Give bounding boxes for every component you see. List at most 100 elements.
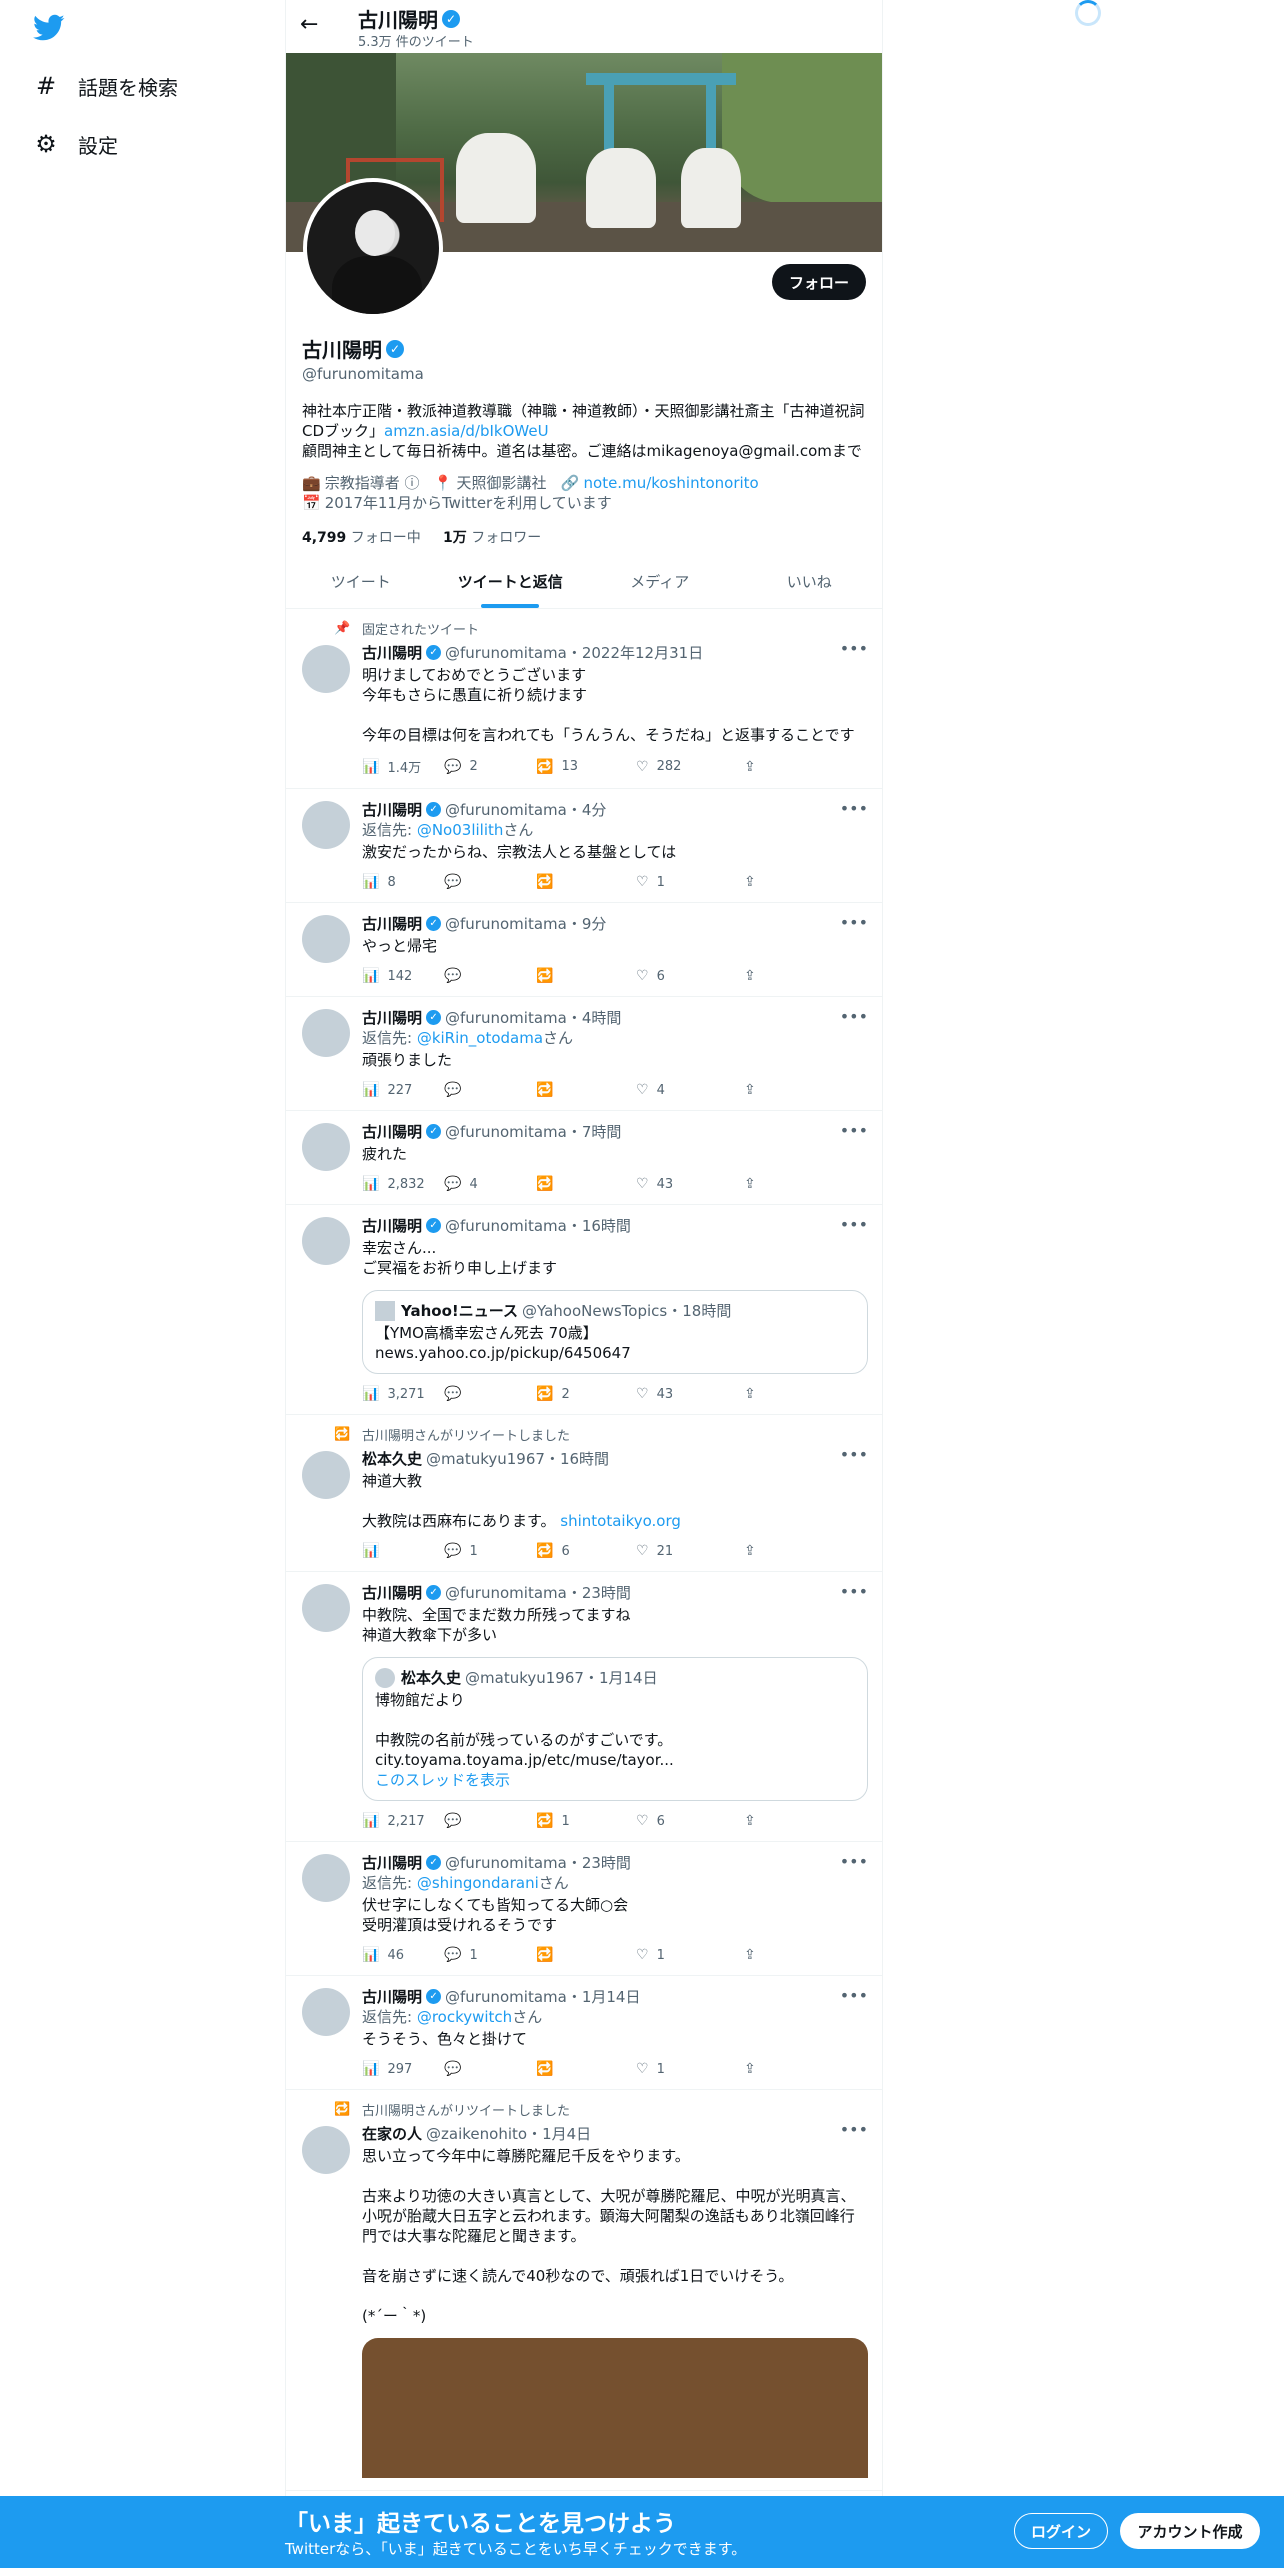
reply-to-link[interactable]: @shingondarani [417,1874,539,1892]
like-action[interactable]: ♡ 1 [636,874,744,890]
avatar[interactable] [302,2126,350,2174]
signup-button[interactable]: アカウント作成 [1120,2513,1260,2549]
reply-action[interactable]: 💬 [444,1813,536,1829]
tweet-time[interactable]: 1月4日 [542,2125,591,2143]
tweet-author-handle[interactable]: @zaikenohito [426,2125,527,2143]
tweet-author-handle[interactable]: @furunomitama [445,644,567,662]
tweet-link[interactable]: shintotaikyo.org [560,1512,681,1530]
tweet-time[interactable]: 4分 [582,801,607,819]
tweet-author-name[interactable]: 古川陽明 [362,1852,422,1873]
reply-to-link[interactable]: @kiRin_otodama [417,1029,543,1047]
tweet-time[interactable]: 16時間 [560,1450,609,1468]
login-button[interactable]: ログイン [1014,2513,1108,2549]
tweet-time[interactable]: 4時間 [582,1009,622,1027]
tweet-author-handle[interactable]: @furunomitama [445,1584,567,1602]
retweet-action[interactable]: 🔁 2 [536,1386,636,1402]
tweet[interactable]: ••• 古川陽明 ✓ @furunomitama・7時間 疲れた 📊 2,832 💬 4 🔁 ♡ 43… [286,1111,882,1205]
retweet-action[interactable]: 🔁 [536,1947,636,1963]
retweet-action[interactable]: 🔁 [536,1082,636,1098]
quoted-tweet[interactable]: 松本久史 @matukyu1967・1月14日 博物館だより 中教院の名前が残ってい… [362,1657,868,1801]
tweet-author-name[interactable]: 古川陽明 [362,1986,422,2007]
tweet-author-name[interactable]: 古川陽明 [362,799,422,820]
info-icon[interactable]: ⓘ [404,474,419,492]
more-options-icon[interactable]: ••• [840,1121,868,1140]
more-options-icon[interactable]: ••• [840,1007,868,1026]
avatar[interactable] [302,1854,350,1902]
tweet-author-name[interactable]: 在家の人 [362,2123,422,2144]
tab-likes[interactable]: いいね [735,555,883,608]
tab-media[interactable]: メディア [585,555,735,608]
like-action[interactable]: ♡ 43 [636,1176,744,1192]
tweet-author-handle[interactable]: @furunomitama [445,801,567,819]
views-action[interactable]: 📊 8 [362,874,444,890]
retweet-action[interactable]: 🔁 1 [536,1813,636,1829]
tweet-time[interactable]: 23時間 [582,1584,631,1602]
reply-action[interactable]: 💬 [444,874,536,890]
tweet[interactable]: ••• 古川陽明 ✓ @furunomitama・4時間 返信先: @kiRin_oto… [286,997,882,1111]
tweet-author-handle[interactable]: @furunomitama [445,1217,567,1235]
share-action[interactable]: ⇪ [744,2061,764,2077]
like-action[interactable]: ♡ 43 [636,1386,744,1402]
tweet-author-handle[interactable]: @furunomitama [445,915,567,933]
views-action[interactable]: 📊 227 [362,1082,444,1098]
views-action[interactable]: 📊 1.4万 [362,757,444,777]
tweet[interactable]: ••• 古川陽明 ✓ @furunomitama・23時間 中教院、全国でまだ数カ所残っ… [286,1572,882,1842]
tweet[interactable]: 📌 固定されたツイート ••• 古川陽明 ✓ @furunomitama・2022年12月… [286,609,882,789]
views-action[interactable]: 📊 142 [362,968,444,984]
tweet-author-handle[interactable]: @furunomitama [445,1123,567,1141]
reply-action[interactable]: 💬 2 [444,757,536,776]
reply-action[interactable]: 💬 1 [444,1947,536,1963]
retweet-action[interactable]: 🔁 13 [536,757,636,776]
like-action[interactable]: ♡ 1 [636,2061,744,2077]
reply-action[interactable]: 💬 4 [444,1176,536,1192]
like-action[interactable]: ♡ 6 [636,968,744,984]
more-options-icon[interactable]: ••• [840,1582,868,1601]
quoted-tweet[interactable]: Yahoo!ニュース @YahooNewsTopics・18時間 【YMO高橋幸宏さ… [362,1290,868,1374]
retweet-action[interactable]: 🔁 [536,874,636,890]
more-options-icon[interactable]: ••• [840,1986,868,2005]
tweet[interactable]: ••• 古川陽明 ✓ @furunomitama・16時間 幸宏さん... ご冥福をお祈… [286,1205,882,1415]
reply-to-link[interactable]: @No03lilith [417,821,504,839]
views-action[interactable]: 📊 2,217 [362,1813,444,1829]
more-options-icon[interactable]: ••• [840,1852,868,1871]
avatar[interactable] [302,1988,350,2036]
like-action[interactable]: ♡ 1 [636,1947,744,1963]
tweet-time[interactable]: 2022年12月31日 [582,644,703,662]
share-action[interactable]: ⇪ [744,1082,764,1098]
avatar[interactable] [302,645,350,693]
share-action[interactable]: ⇪ [744,1176,764,1192]
like-action[interactable]: ♡ 282 [636,757,744,776]
retweet-action[interactable]: 🔁 [536,968,636,984]
reply-action[interactable]: 💬 [444,1386,536,1402]
share-action[interactable]: ⇪ [744,968,764,984]
tweet[interactable]: ••• 古川陽明 ✓ @furunomitama・4分 返信先: @No03lilith… [286,789,882,903]
tweet-time[interactable]: 7時間 [582,1123,622,1141]
share-action[interactable]: ⇪ [744,1947,764,1963]
tweet-media-image[interactable] [362,2338,868,2478]
tweet-author-handle[interactable]: @furunomitama [445,1988,567,2006]
tweet-time[interactable]: 23時間 [582,1854,631,1872]
retweet-action[interactable]: 🔁 [536,1176,636,1192]
profile-avatar[interactable] [303,178,443,318]
tweet-author-name[interactable]: 古川陽明 [362,1121,422,1142]
tweet-time[interactable]: 16時間 [582,1217,631,1235]
like-action[interactable]: ♡ 6 [636,1813,744,1829]
views-action[interactable]: 📊 46 [362,1947,444,1963]
tweet-author-name[interactable]: 古川陽明 [362,1582,422,1603]
retweet-action[interactable]: 🔁 [536,2061,636,2077]
tweet-time[interactable]: 1月14日 [582,1988,641,2006]
tweet[interactable]: ••• 古川陽明 ✓ @furunomitama・9分 やっと帰宅 📊 142 💬 🔁 ♡ 6 ⇪ [286,903,882,997]
like-action[interactable]: ♡ 21 [636,1543,744,1559]
avatar[interactable] [302,1217,350,1265]
reply-action[interactable]: 💬 [444,2061,536,2077]
share-action[interactable]: ⇪ [744,1813,764,1829]
avatar[interactable] [302,915,350,963]
views-action[interactable]: 📊 [362,1543,444,1559]
avatar[interactable] [302,801,350,849]
reply-action[interactable]: 💬 [444,1082,536,1098]
reply-action[interactable]: 💬 1 [444,1543,536,1559]
bio-link[interactable]: amzn.asia/d/bIkOWeU [384,422,549,440]
profile-website[interactable]: note.mu/koshintonorito [584,474,759,492]
tweet-author-name[interactable]: 古川陽明 [362,642,422,663]
tweet[interactable]: 🔁 古川陽明さんがリツイートしました ••• 松本久史 @matukyu1967・16時… [286,1415,882,1572]
